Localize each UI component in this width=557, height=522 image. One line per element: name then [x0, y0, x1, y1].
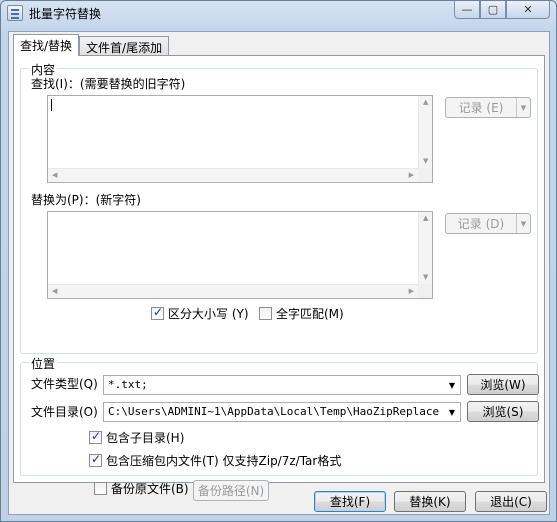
- whole-match-option[interactable]: 全字匹配(M): [259, 305, 344, 322]
- include-subdirs-checkbox[interactable]: [89, 429, 102, 444]
- backup-checkbox[interactable]: [94, 482, 107, 495]
- minimize-button[interactable]: —: [454, 1, 480, 19]
- dialog-window: 批量字符替换 — ▢ ✕ 查找/替换 文件首/尾添加 内容 查找(I)：(需要替…: [0, 0, 557, 522]
- scroll-right-icon[interactable]: ▶: [409, 172, 414, 179]
- window-title: 批量字符替换: [29, 7, 102, 21]
- find-vscrollbar[interactable]: ▲ ▼: [418, 96, 432, 168]
- exit-button[interactable]: 退出(C): [475, 491, 547, 512]
- app-icon: [7, 5, 23, 21]
- whole-match-label: 全字匹配(M): [276, 307, 344, 321]
- replace-history-button[interactable]: 记录 (D) ▼: [445, 213, 531, 234]
- find-label: 查找(I)：(需要替换的旧字符): [31, 77, 186, 91]
- tab-panel: 内容 查找(I)：(需要替换的旧字符) ▲ ▼ ◀ ▶ 记录 (E) ▼ 替换为…: [13, 55, 545, 496]
- chevron-down-icon[interactable]: ▼: [444, 376, 460, 394]
- backup-label: 备份原文件(B): [111, 482, 189, 496]
- replace-textarea[interactable]: ▲ ▼ ◀ ▶: [47, 211, 433, 299]
- scroll-left-icon[interactable]: ◀: [52, 172, 57, 179]
- file-dir-value: C:\Users\ADMINI~1\AppData\Local\Temp\Hao…: [108, 405, 440, 418]
- whole-match-checkbox[interactable]: [259, 307, 272, 320]
- window-controls: — ▢ ✕: [454, 1, 550, 19]
- include-subdirs-option[interactable]: 包含子目录(H): [89, 429, 184, 446]
- case-sensitive-option[interactable]: 区分大小写 (Y): [151, 305, 249, 322]
- file-type-value: *.txt;: [108, 378, 148, 391]
- browse-type-button[interactable]: 浏览(W): [467, 374, 539, 395]
- file-type-combobox[interactable]: *.txt; ▼: [103, 375, 461, 395]
- content-group: 内容 查找(I)：(需要替换的旧字符) ▲ ▼ ◀ ▶ 记录 (E) ▼ 替换为…: [20, 61, 538, 354]
- maximize-icon: ▢: [487, 3, 499, 16]
- close-button[interactable]: ✕: [506, 1, 550, 19]
- text-caret: [51, 99, 52, 111]
- find-textarea[interactable]: ▲ ▼ ◀ ▶: [47, 95, 433, 183]
- include-archives-checkbox[interactable]: [89, 452, 102, 467]
- replace-vscrollbar[interactable]: ▲ ▼: [418, 212, 432, 284]
- scroll-up-icon[interactable]: ▲: [423, 99, 428, 106]
- replace-hscrollbar[interactable]: ◀ ▶: [48, 284, 418, 298]
- replace-label: 替换为(P)：(新字符): [31, 193, 141, 207]
- minimize-icon: —: [461, 3, 473, 16]
- file-type-label: 文件类型(Q): [31, 377, 98, 391]
- browse-dir-button[interactable]: 浏览(S): [467, 401, 539, 422]
- file-dir-label: 文件目录(O): [31, 405, 98, 419]
- scroll-left-icon[interactable]: ◀: [52, 288, 57, 295]
- location-group: 位置 文件类型(Q) *.txt; ▼ 浏览(W) 文件目录(O) C:\Use…: [20, 355, 539, 476]
- backup-option[interactable]: 备份原文件(B): [94, 480, 189, 497]
- title-bar[interactable]: 批量字符替换 — ▢ ✕: [1, 1, 556, 25]
- scroll-down-icon[interactable]: ▼: [423, 274, 428, 281]
- find-history-button[interactable]: 记录 (E) ▼: [445, 97, 531, 118]
- dialog-client: 查找/替换 文件首/尾添加 内容 查找(I)：(需要替换的旧字符) ▲ ▼ ◀ …: [8, 31, 550, 515]
- chevron-down-icon[interactable]: ▼: [516, 214, 530, 233]
- scroll-right-icon[interactable]: ▶: [409, 288, 414, 295]
- location-legend: 位置: [29, 355, 58, 372]
- include-archives-label: 包含压缩包内文件(T) 仅支持Zip/7z/Tar格式: [106, 454, 342, 468]
- tab-find-replace[interactable]: 查找/替换: [13, 34, 80, 56]
- scroll-down-icon[interactable]: ▼: [423, 158, 428, 165]
- file-dir-combobox[interactable]: C:\Users\ADMINI~1\AppData\Local\Temp\Hao…: [103, 402, 461, 422]
- find-button[interactable]: 查找(F): [314, 491, 386, 512]
- case-sensitive-checkbox[interactable]: [151, 305, 164, 320]
- chevron-down-icon[interactable]: ▼: [444, 403, 460, 421]
- scroll-corner: [418, 284, 432, 298]
- maximize-button[interactable]: ▢: [480, 1, 506, 19]
- include-subdirs-label: 包含子目录(H): [106, 431, 185, 445]
- scroll-up-icon[interactable]: ▲: [423, 215, 428, 222]
- backup-path-button[interactable]: 备份路径(N): [193, 480, 269, 501]
- close-icon: ✕: [523, 3, 533, 16]
- replace-button[interactable]: 替换(K): [394, 491, 466, 512]
- include-archives-option[interactable]: 包含压缩包内文件(T) 仅支持Zip/7z/Tar格式: [89, 452, 341, 469]
- tab-file-head-tail[interactable]: 文件首/尾添加: [79, 36, 170, 56]
- find-hscrollbar[interactable]: ◀ ▶: [48, 168, 418, 182]
- tab-strip: 查找/替换 文件首/尾添加: [13, 34, 170, 56]
- case-sensitive-label: 区分大小写 (Y): [168, 307, 249, 321]
- scroll-corner: [418, 168, 432, 182]
- chevron-down-icon[interactable]: ▼: [516, 98, 530, 117]
